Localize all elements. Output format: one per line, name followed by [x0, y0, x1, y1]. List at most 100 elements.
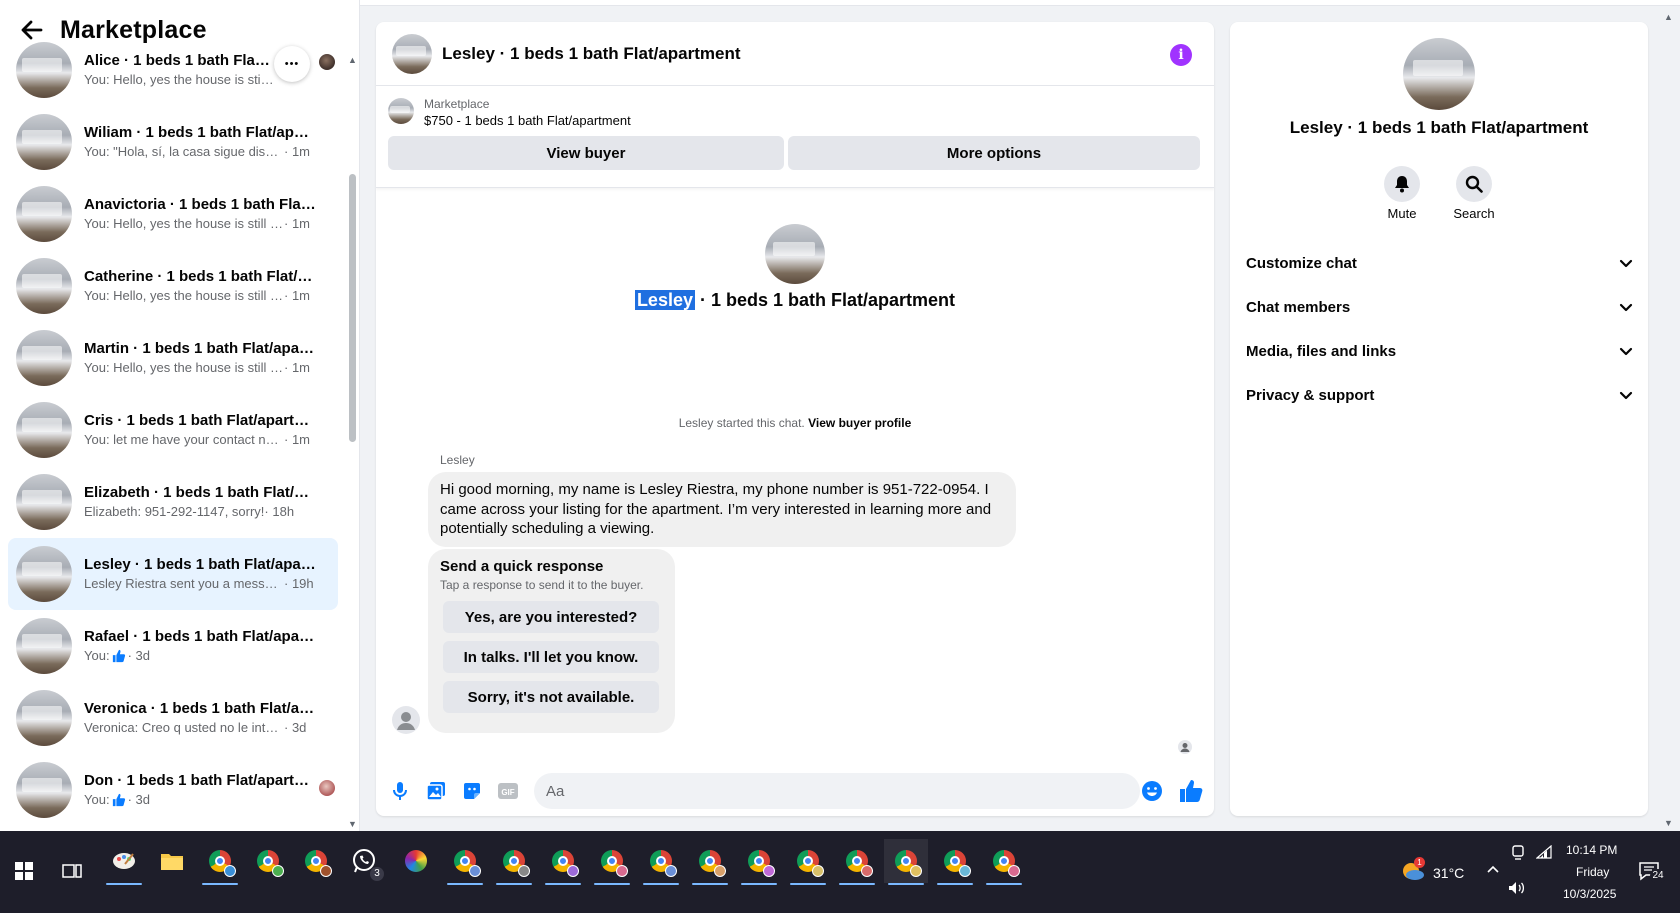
scroll-down-arrow-icon[interactable]: ▼ [348, 820, 357, 829]
windows-taskbar: 3 1 31°C 10:14 PM Friday 10/3/2025 24 [0, 831, 1680, 913]
intro-avatar [765, 224, 825, 284]
clock-day[interactable]: Friday [1576, 865, 1609, 879]
message-input[interactable] [534, 773, 1140, 809]
conversation-snippet: Lesley Riestra sent you a message about … [84, 576, 284, 591]
meet-now-icon[interactable] [1511, 845, 1525, 864]
emoji-icon[interactable] [1140, 779, 1164, 803]
quick-response-button[interactable]: Yes, are you interested? [443, 601, 659, 633]
whatsapp-icon[interactable]: 3 [342, 839, 386, 883]
photo-icon[interactable] [424, 779, 448, 803]
chrome-profile-icon[interactable] [786, 839, 830, 885]
quick-response-button[interactable]: Sorry, it's not available. [443, 681, 659, 713]
network-icon[interactable] [1535, 844, 1552, 862]
conversation-item[interactable]: Catherine · 1 beds 1 bath Flat/apartment… [8, 250, 338, 322]
chrome-profile-icon-active[interactable] [884, 839, 928, 885]
chrome-profile-icon[interactable] [590, 839, 634, 885]
conversation-item[interactable]: Don · 1 beds 1 bath Flat/apartment You: … [8, 754, 338, 826]
weather-temperature[interactable]: 31°C [1433, 865, 1464, 881]
quick-response-button[interactable]: In talks. I'll let you know. [443, 641, 659, 673]
windows-start-icon[interactable] [2, 849, 46, 893]
gif-icon[interactable]: GIF [496, 779, 520, 803]
mute-button[interactable]: Mute [1372, 166, 1432, 221]
conversation-item[interactable]: Alice · 1 beds 1 bath Flat/apartment You… [8, 34, 338, 106]
conversation-name: Wiliam · 1 beds 1 bath Flat/apartment [84, 124, 316, 141]
conversation-item[interactable]: Elizabeth · 1 beds 1 bath Flat/apartment… [8, 466, 338, 538]
media-files-links-section[interactable]: Media, files and links [1244, 332, 1636, 370]
file-explorer-icon[interactable] [150, 839, 194, 883]
listing-avatar [16, 42, 72, 98]
show-hidden-icons-chevron-icon[interactable] [1486, 861, 1500, 877]
task-view-icon[interactable] [50, 849, 94, 893]
conversation-item[interactable]: Martin · 1 beds 1 bath Flat/apartment Yo… [8, 322, 338, 394]
chrome-profile-icon[interactable] [492, 839, 536, 885]
conversation-snippet: Elizabeth: 951-292-1147, sorry! [84, 504, 265, 519]
weather-icon[interactable]: 1 [1400, 857, 1428, 885]
chrome-profile-icon[interactable] [541, 839, 585, 885]
conversation-item[interactable]: Anavictoria · 1 beds 1 bath Flat/apartme… [8, 178, 338, 250]
default-user-avatar-icon[interactable] [392, 706, 420, 734]
page-scroll-up-arrow[interactable]: ▲ [1664, 12, 1673, 22]
chrome-profile-icon[interactable] [294, 839, 338, 883]
conversation-item[interactable]: Rafael · 1 beds 1 bath Flat/apartment Yo… [8, 610, 338, 682]
chat-members-section[interactable]: Chat members [1244, 288, 1636, 326]
clock-date[interactable]: 10/3/2025 [1563, 887, 1616, 901]
chrome-profile-icon[interactable] [933, 839, 977, 885]
chevron-down-icon [1619, 303, 1633, 312]
chrome-profile-icon[interactable] [246, 839, 290, 883]
microphone-icon[interactable] [388, 779, 412, 803]
customize-chat-section[interactable]: Customize chat [1244, 244, 1636, 282]
details-avatar[interactable] [1403, 38, 1475, 110]
more-options-button[interactable]: More options [788, 136, 1200, 170]
chat-details-panel: Lesley · 1 beds 1 bath Flat/apartment Mu… [1230, 22, 1648, 816]
conversation-more-button[interactable]: ••• [274, 46, 310, 82]
scrollbar-thumb[interactable] [349, 174, 356, 442]
conversation-time: · 18h [264, 504, 295, 519]
bell-icon [1395, 176, 1409, 193]
chat-panel: Lesley · 1 beds 1 bath Flat/apartment i … [376, 22, 1214, 816]
listing-banner: Marketplace $750 - 1 beds 1 bath Flat/ap… [376, 86, 1214, 188]
privacy-support-section[interactable]: Privacy & support [1244, 376, 1636, 414]
sidebar-scrollbar[interactable]: ▲ ▼ [348, 56, 357, 829]
chrome-profile-icon[interactable] [737, 839, 781, 885]
conversation-item[interactable]: Wiliam · 1 beds 1 bath Flat/apartment Yo… [8, 106, 338, 178]
chrome-profile-icon[interactable] [198, 839, 242, 885]
scroll-up-arrow-icon[interactable]: ▲ [348, 56, 357, 65]
details-name: Lesley · 1 beds 1 bath Flat/apartment [1289, 118, 1589, 137]
sticker-icon[interactable] [460, 779, 484, 803]
search-button[interactable]: Search [1444, 166, 1504, 221]
conversation-item[interactable]: Cris · 1 beds 1 bath Flat/apartment You:… [8, 394, 338, 466]
paint-app-icon[interactable] [102, 839, 146, 885]
chrome-profile-icon[interactable] [688, 839, 732, 885]
conversation-item[interactable]: Veronica · 1 beds 1 bath Flat/apartment … [8, 682, 338, 754]
chat-avatar[interactable] [392, 33, 432, 74]
listing-avatar [16, 114, 72, 170]
chrome-profile-icon[interactable] [835, 839, 879, 885]
view-buyer-button[interactable]: View buyer [388, 136, 784, 170]
search-label: Search [1453, 206, 1495, 221]
conversation-snippet: You: Hello, yes the house is still avail… [84, 360, 284, 375]
notification-center-icon[interactable]: 24 [1638, 861, 1668, 885]
color-wheel-app-icon[interactable] [394, 839, 438, 883]
info-icon[interactable]: i [1170, 44, 1192, 66]
listing-price[interactable]: $750 - 1 beds 1 bath Flat/apartment [424, 112, 631, 130]
conversation-item-active[interactable]: Lesley · 1 beds 1 bath Flat/apartment Le… [8, 538, 338, 610]
clock-time[interactable]: 10:14 PM [1566, 843, 1617, 857]
listing-thumbnail[interactable] [388, 98, 414, 124]
chrome-profile-icon[interactable] [443, 839, 487, 885]
view-buyer-profile-link[interactable]: View buyer profile [808, 416, 911, 430]
intro-name: Lesley · 1 beds 1 bath Flat/apartment [634, 290, 956, 310]
conversation-name: Alice · 1 beds 1 bath Flat/apartment [84, 52, 274, 69]
conversation-time: · 3d [284, 720, 307, 735]
listing-avatar [16, 690, 72, 746]
chrome-profile-icon[interactable] [982, 839, 1026, 885]
page-scroll-down-arrow[interactable]: ▼ [1664, 818, 1673, 828]
volume-icon[interactable] [1508, 881, 1526, 898]
notification-count-badge: 24 [1650, 869, 1666, 883]
conversation-time: · 3d [127, 792, 150, 807]
chrome-profile-icon[interactable] [639, 839, 683, 885]
whatsapp-unread-badge: 3 [370, 867, 384, 881]
search-icon [1465, 175, 1483, 193]
thumbs-up-like-icon[interactable] [1178, 778, 1204, 804]
chat-title[interactable]: Lesley · 1 beds 1 bath Flat/apartment [442, 44, 741, 64]
chevron-down-icon [1619, 259, 1633, 268]
